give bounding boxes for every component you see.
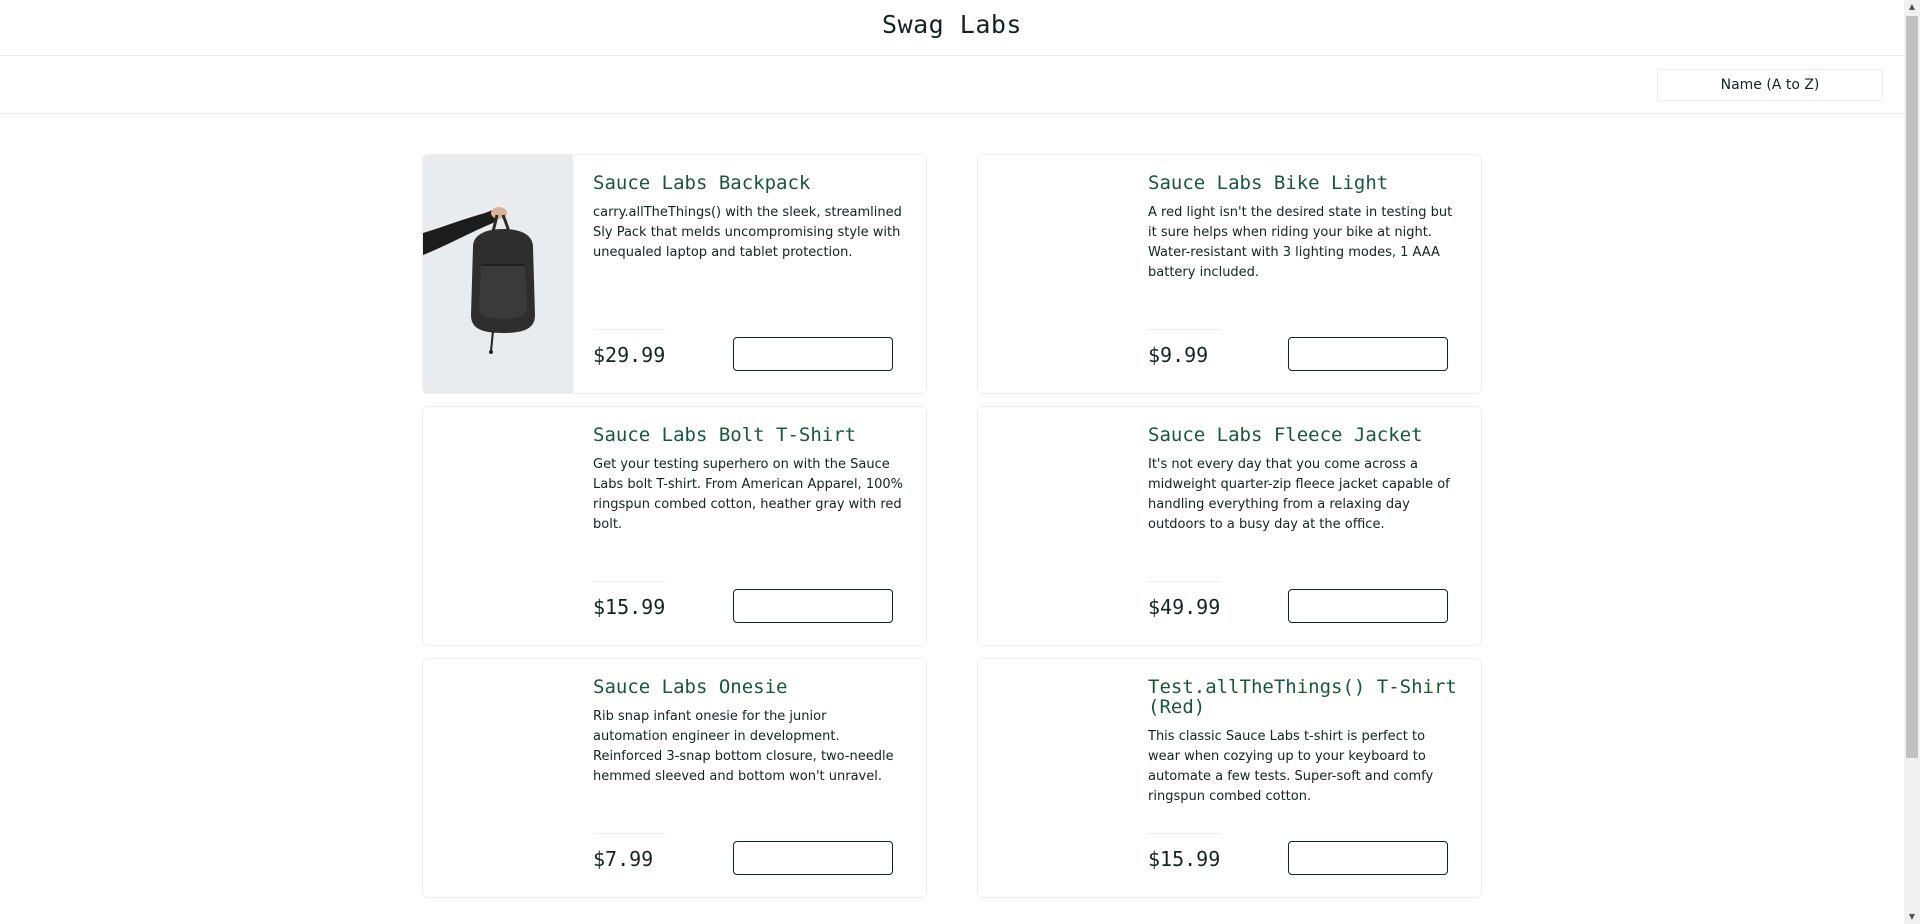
inventory-item: Sauce Labs Onesie Rib snap infant onesie… xyxy=(422,658,927,898)
item-image-link[interactable] xyxy=(423,659,573,897)
item-name-link[interactable]: Sauce Labs Bolt T-Shirt xyxy=(593,425,903,445)
item-price: $7.99 xyxy=(593,847,654,871)
item-description: Sauce Labs Backpack carry.allTheThings()… xyxy=(593,173,903,263)
item-image-link[interactable] xyxy=(978,407,1128,645)
item-image-link[interactable] xyxy=(423,155,573,393)
header: Swag Labs xyxy=(0,0,1904,56)
backpack-photo-icon xyxy=(423,155,573,393)
item-image-link[interactable] xyxy=(978,659,1128,897)
vertical-scrollbar[interactable]: ▲ ▼ xyxy=(1904,0,1920,924)
add-to-cart-button[interactable] xyxy=(1288,589,1448,623)
item-name-link[interactable]: Sauce Labs Onesie xyxy=(593,677,903,697)
item-description: Sauce Labs Fleece Jacket It's not every … xyxy=(1148,425,1458,535)
pricebar: $29.99 xyxy=(593,329,903,373)
item-name-link[interactable]: Sauce Labs Backpack xyxy=(593,173,903,193)
item-description: Sauce Labs Bike Light A red light isn't … xyxy=(1148,173,1458,283)
sort-dropdown[interactable]: Name (A to Z) xyxy=(1657,69,1883,101)
item-description: Sauce Labs Bolt T-Shirt Get your testing… xyxy=(593,425,903,535)
item-price: $29.99 xyxy=(593,343,666,367)
item-name-link[interactable]: Sauce Labs Fleece Jacket xyxy=(1148,425,1458,445)
item-price: $15.99 xyxy=(593,595,666,619)
scrollbar-thumb[interactable] xyxy=(1906,16,1918,758)
scroll-down-icon[interactable]: ▼ xyxy=(1904,910,1920,924)
price-divider xyxy=(593,833,665,834)
price-divider xyxy=(1148,329,1220,330)
price-divider xyxy=(1148,581,1220,582)
price-divider xyxy=(1148,833,1220,834)
add-to-cart-button[interactable] xyxy=(733,337,893,371)
item-desc-text: It's not every day that you come across … xyxy=(1148,457,1450,532)
app-logo: Swag Labs xyxy=(882,10,1022,39)
item-image-link[interactable] xyxy=(423,407,573,645)
item-price: $49.99 xyxy=(1148,595,1221,619)
item-description: Sauce Labs Onesie Rib snap infant onesie… xyxy=(593,677,903,787)
inventory-item: Sauce Labs Fleece Jacket It's not every … xyxy=(977,406,1482,646)
inventory-item: Sauce Labs Bolt T-Shirt Get your testing… xyxy=(422,406,927,646)
item-desc-text: Get your testing superhero on with the S… xyxy=(593,457,903,532)
item-desc-text: A red light isn't the desired state in t… xyxy=(1148,205,1453,280)
scroll-up-icon[interactable]: ▲ xyxy=(1904,0,1920,14)
price-divider xyxy=(593,329,665,330)
pricebar: $49.99 xyxy=(1148,581,1458,625)
secondary-header: Name (A to Z) xyxy=(0,56,1904,114)
inventory-item: Sauce Labs Bike Light A red light isn't … xyxy=(977,154,1482,394)
item-image-link[interactable] xyxy=(978,155,1128,393)
pricebar: $15.99 xyxy=(1148,833,1458,877)
inventory-item: Test.allTheThings() T-Shirt (Red) This c… xyxy=(977,658,1482,898)
pricebar: $15.99 xyxy=(593,581,903,625)
pricebar: $9.99 xyxy=(1148,329,1458,373)
item-price: $9.99 xyxy=(1148,343,1209,367)
add-to-cart-button[interactable] xyxy=(733,841,893,875)
inventory-page: Swag Labs Name (A to Z) Sauce Labs Backp… xyxy=(0,0,1920,924)
inventory-item: Sauce Labs Backpack carry.allTheThings()… xyxy=(422,154,927,394)
item-description: Test.allTheThings() T-Shirt (Red) This c… xyxy=(1148,677,1458,807)
pricebar: $7.99 xyxy=(593,833,903,877)
item-desc-text: carry.allTheThings() with the sleek, str… xyxy=(593,205,902,260)
price-divider xyxy=(593,581,665,582)
item-name-link[interactable]: Test.allTheThings() T-Shirt (Red) xyxy=(1148,677,1458,717)
item-name-link[interactable]: Sauce Labs Bike Light xyxy=(1148,173,1458,193)
item-desc-text: Rib snap infant onesie for the junior au… xyxy=(593,709,894,784)
add-to-cart-button[interactable] xyxy=(1288,337,1448,371)
item-price: $15.99 xyxy=(1148,847,1221,871)
add-to-cart-button[interactable] xyxy=(733,589,893,623)
item-desc-text: This classic Sauce Labs t-shirt is perfe… xyxy=(1148,729,1434,804)
add-to-cart-button[interactable] xyxy=(1288,841,1448,875)
